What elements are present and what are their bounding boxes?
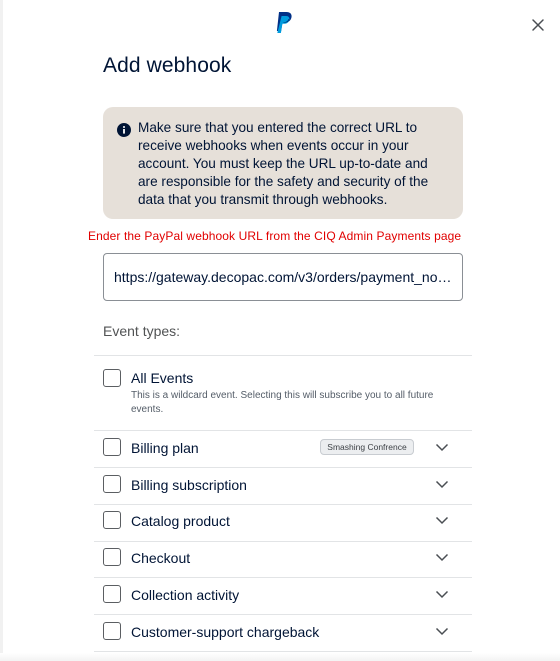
chevron-down-icon[interactable] xyxy=(435,480,449,489)
alert-line: are responsible for the safety and secur… xyxy=(138,174,429,189)
divider xyxy=(94,430,472,431)
alert-line: data that you transmit through webhooks. xyxy=(138,192,388,207)
smashing-confrence-tag: Smashing Confrence xyxy=(320,439,414,455)
chevron-down-icon[interactable] xyxy=(435,443,449,452)
all-events-checkbox[interactable] xyxy=(103,369,121,387)
alert-line: Make sure that you entered the correct U… xyxy=(138,120,418,135)
billing-plan-checkbox[interactable] xyxy=(103,438,121,456)
divider xyxy=(94,651,472,652)
checkout-checkbox[interactable] xyxy=(103,548,121,566)
paypal-logo-icon xyxy=(276,12,292,33)
modal-title: Add webhook xyxy=(103,54,232,77)
alert-line: account. You must keep the URL up-to-dat… xyxy=(138,156,428,171)
divider xyxy=(94,467,472,468)
collection-activity-checkbox[interactable] xyxy=(103,585,121,603)
bottom-fade xyxy=(0,653,560,661)
webhook-url-input[interactable]: https://gateway.decopac.com/v3/orders/pa… xyxy=(103,253,463,301)
billing-subscription-checkbox[interactable] xyxy=(103,475,121,493)
info-icon xyxy=(117,123,131,137)
divider xyxy=(94,577,472,578)
alert-line: receive webhooks when events occur in yo… xyxy=(138,138,409,153)
divider xyxy=(94,614,472,615)
red-annotation: Ender the PayPal webhook URL from the CI… xyxy=(88,229,462,243)
billing-plan-label: Billing plan xyxy=(131,440,199,456)
chevron-down-icon[interactable] xyxy=(435,553,449,562)
all-events-label: All Events xyxy=(131,370,194,386)
chevron-down-icon[interactable] xyxy=(435,516,449,525)
catalog-product-checkbox[interactable] xyxy=(103,511,121,529)
billing-subscription-label: Billing subscription xyxy=(131,477,247,493)
collection-activity-label: Collection activity xyxy=(131,587,240,603)
catalog-product-label: Catalog product xyxy=(131,513,230,529)
divider xyxy=(94,355,472,356)
event-types-label: Event types: xyxy=(103,323,181,339)
checkout-label: Checkout xyxy=(131,550,191,566)
chevron-down-icon[interactable] xyxy=(435,627,449,636)
divider xyxy=(94,504,472,505)
info-alert: Make sure that you entered the correct U… xyxy=(103,107,463,219)
close-icon[interactable] xyxy=(528,15,548,35)
customer-support-chargeback-checkbox[interactable] xyxy=(103,622,121,640)
left-edge-shadow xyxy=(0,0,3,661)
all-events-description: This is a wildcard event. Selecting this… xyxy=(131,390,434,415)
chevron-down-icon[interactable] xyxy=(435,590,449,599)
divider xyxy=(94,541,472,542)
alert-message: Make sure that you entered the correct U… xyxy=(138,119,450,209)
customer-support-chargeback-label: Customer-support chargeback xyxy=(131,624,320,640)
